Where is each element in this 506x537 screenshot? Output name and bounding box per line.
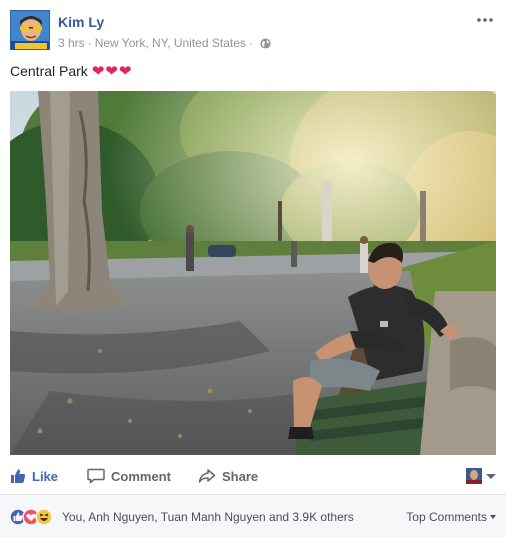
more-options-icon[interactable] [474,12,496,28]
like-label: Like [32,468,59,484]
post-meta: 3 hrs · New York, NY, United States · [58,36,271,50]
facebook-post: Kim Ly 3 hrs · New York, NY, United States… [0,0,506,537]
comment-sort-dropdown[interactable]: Top Comments [406,510,496,524]
comment-sort-label: Top Comments [406,510,487,524]
post-header: Kim Ly 3 hrs · New York, NY, United States… [10,10,496,54]
haha-reaction-icon [35,508,53,526]
author-name[interactable]: Kim Ly [58,14,104,30]
share-arrow-icon [198,469,216,483]
current-user-avatar [466,468,482,484]
chevron-down-icon [490,515,496,519]
reactions-bar: You, Anh Nguyen, Tuan Manh Nguyen and 3.… [0,495,506,537]
post-location[interactable]: New York, NY, United States [95,36,246,50]
reaction-summary[interactable]: You, Anh Nguyen, Tuan Manh Nguyen and 3.… [62,510,354,524]
meta-separator: · [87,36,92,50]
thumbs-up-icon [11,469,26,483]
comment-label: Comment [111,468,171,484]
globe-icon[interactable] [260,38,271,49]
comment-button[interactable]: Comment [87,462,171,490]
user-avatar-image [466,468,482,484]
post-as-selector[interactable] [466,466,496,486]
share-button[interactable]: Share [198,462,258,490]
post-caption: Central Park ❤❤❤ [10,62,133,80]
comment-bubble-icon [87,468,105,484]
post-time[interactable]: 3 hrs [58,36,85,50]
chevron-down-icon [486,473,496,479]
author-avatar[interactable] [10,10,50,50]
post-photo[interactable] [10,91,496,455]
meta-separator: · [248,36,253,50]
share-label: Share [222,468,259,484]
heart-emoji: ❤❤❤ [91,63,133,80]
caption-text: Central Park [10,63,88,79]
reaction-icons[interactable] [9,508,53,526]
post-action-bar: Like Comment Share [10,462,496,490]
park-photo-image [10,91,496,455]
avatar-image [11,11,49,49]
like-button[interactable]: Like [10,462,58,490]
